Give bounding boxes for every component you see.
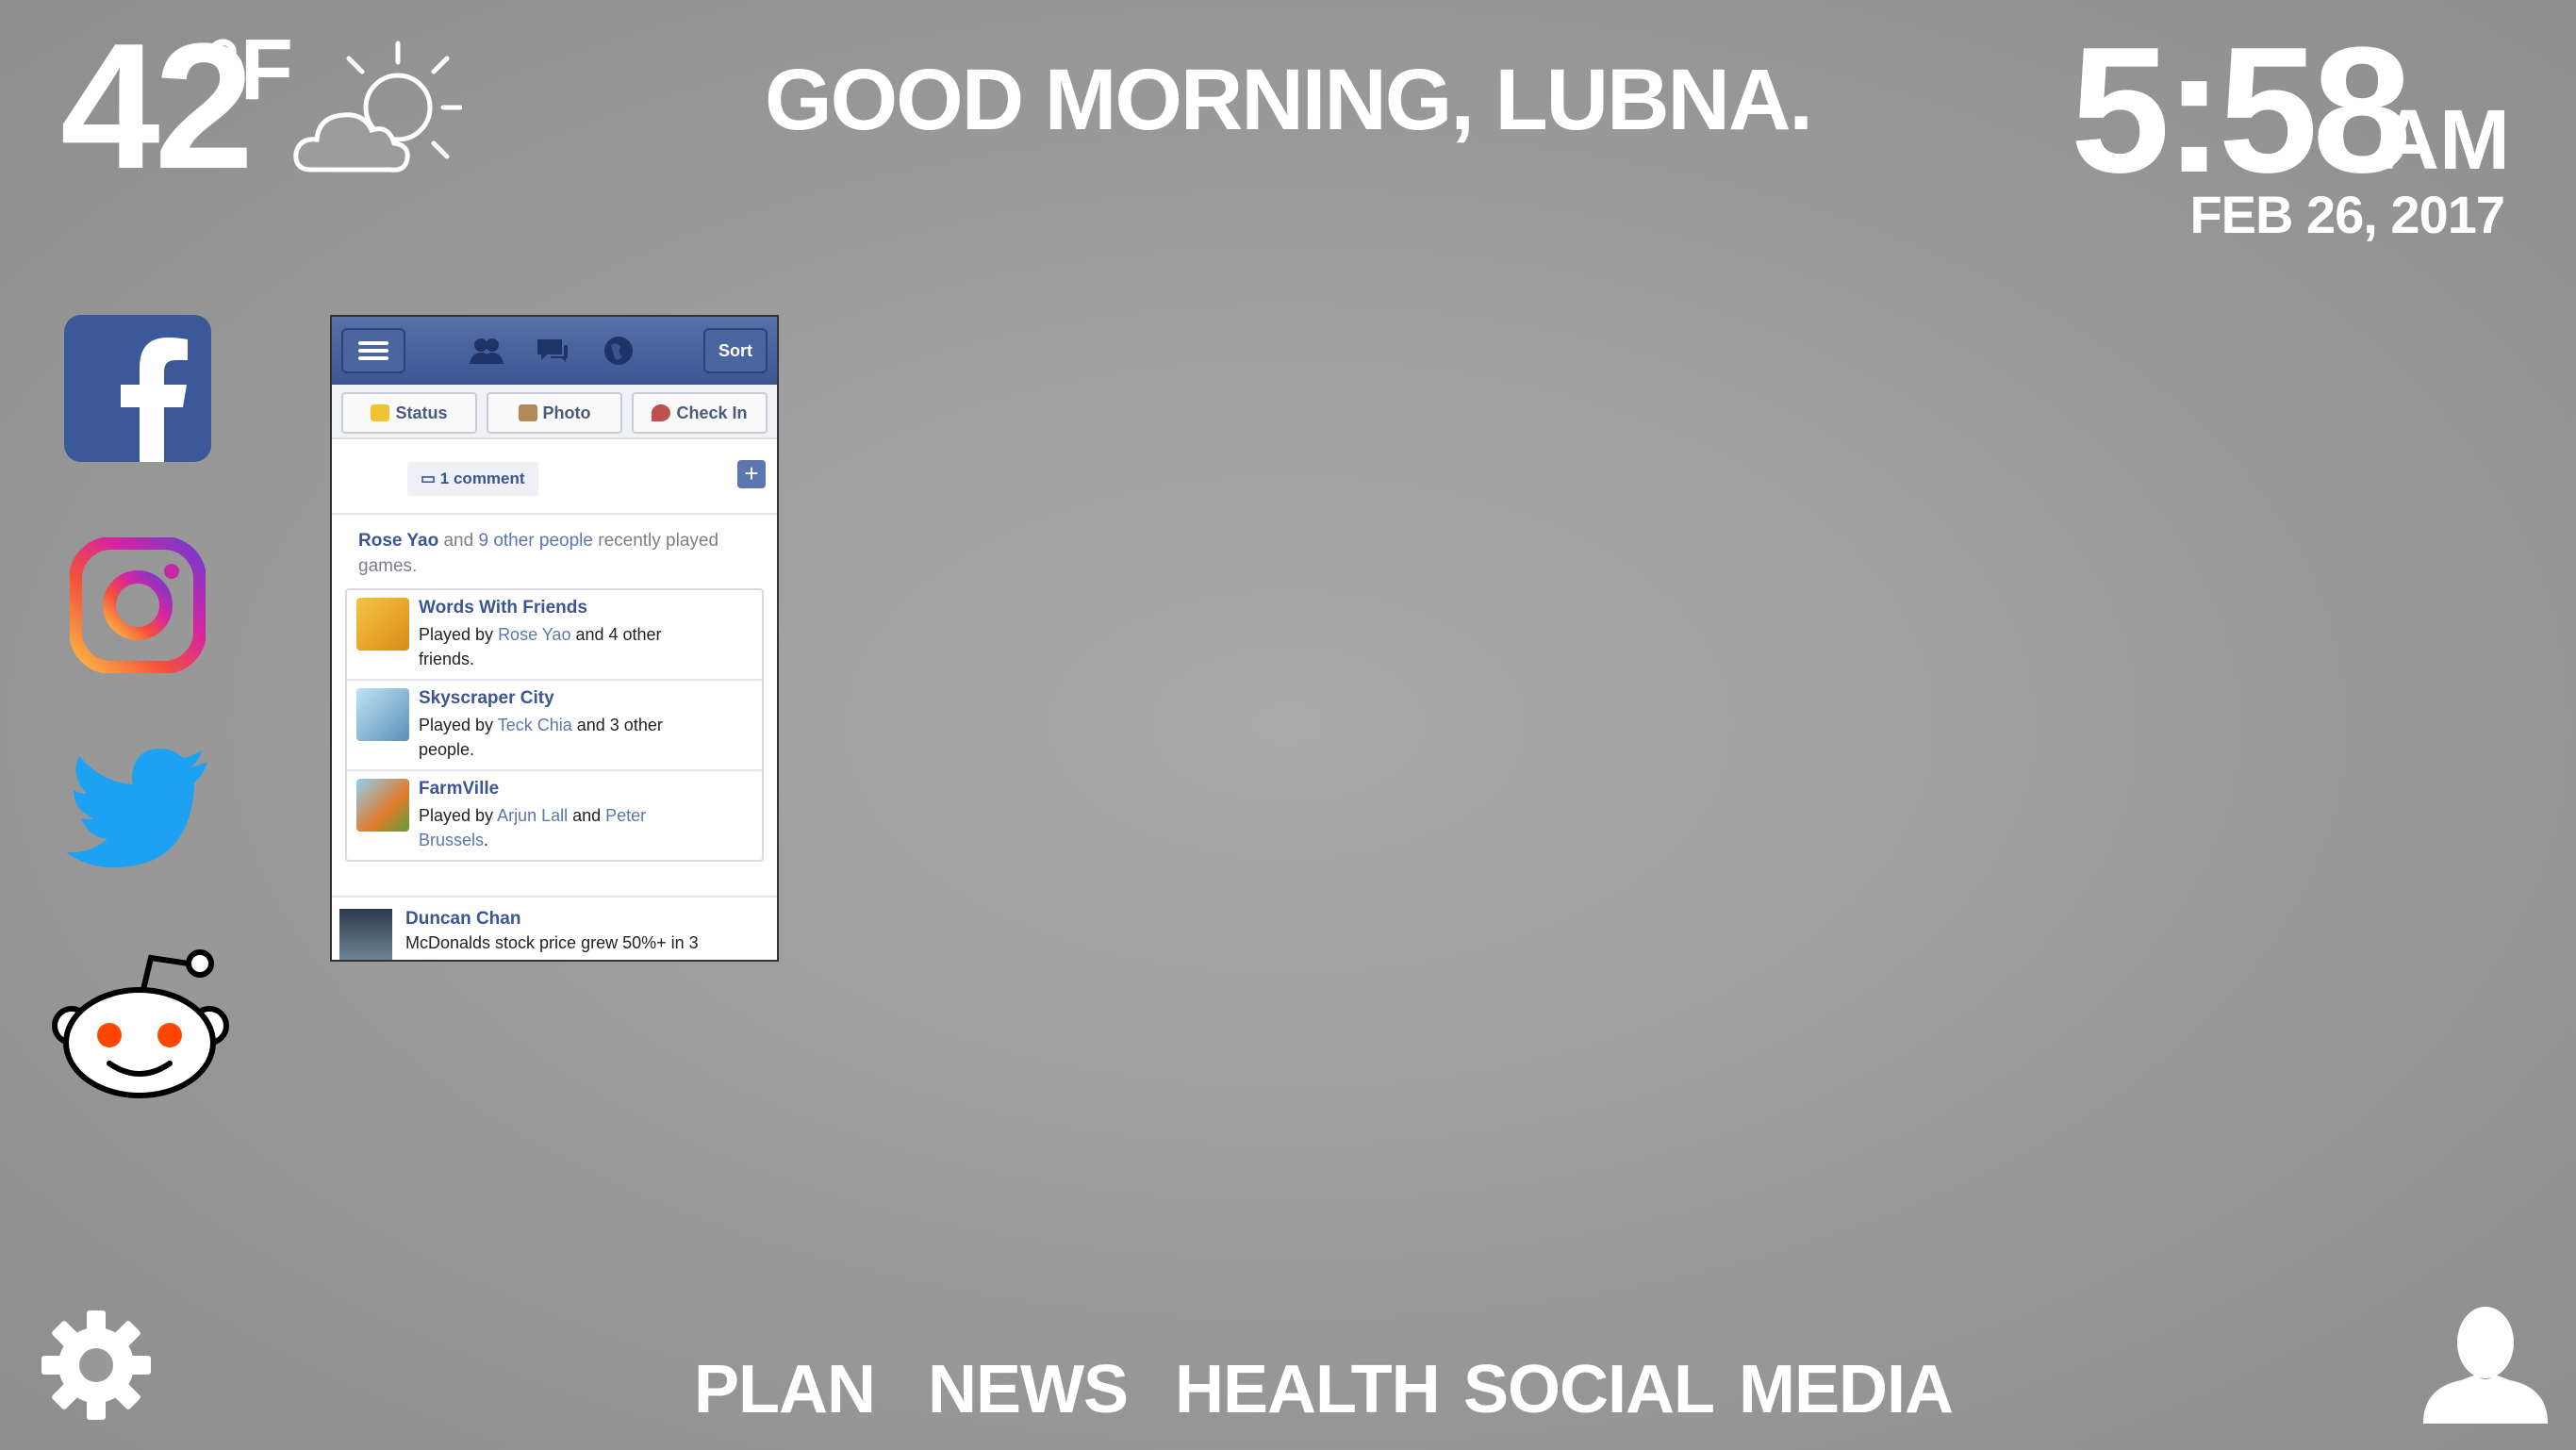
- facebook-top-bar: Sort: [332, 317, 777, 385]
- nav-media[interactable]: MEDIA: [1739, 1356, 1954, 1424]
- nav-news[interactable]: NEWS: [928, 1356, 1129, 1424]
- list-item[interactable]: Words With Friends Played by Rose Yao an…: [347, 590, 762, 681]
- globe-icon[interactable]: [600, 332, 637, 370]
- story-text-part: and: [438, 531, 479, 551]
- status-label: Status: [395, 403, 448, 422]
- status-button[interactable]: Status: [341, 392, 477, 434]
- comment-icon: ▭: [421, 470, 440, 487]
- photo-button[interactable]: Photo: [487, 392, 622, 434]
- game-desc-text: Played by: [419, 625, 499, 644]
- user-profile-icon[interactable]: [2423, 1305, 2548, 1424]
- friend-link[interactable]: Rose Yao: [498, 625, 570, 644]
- nav-health[interactable]: HEALTH: [1175, 1356, 1441, 1424]
- status-icon: [371, 404, 390, 421]
- clock-date: FEB 26, 2017: [2189, 185, 2505, 244]
- instagram-icon[interactable]: [70, 537, 206, 673]
- comment-count-label: 1 comment: [439, 470, 525, 487]
- game-desc-text: and: [568, 806, 606, 825]
- story-user-name[interactable]: Rose Yao: [358, 531, 438, 551]
- words-with-friends-thumbnail: [356, 598, 409, 651]
- avatar[interactable]: [339, 909, 392, 960]
- farmville-thumbnail: [356, 779, 409, 832]
- bottom-navigation: PLAN NEWS HEALTH SOCIAL MEDIA: [0, 1356, 2576, 1450]
- post-author[interactable]: Duncan Chan: [405, 909, 520, 930]
- add-comment-icon[interactable]: +: [737, 460, 766, 488]
- facebook-icon[interactable]: [64, 315, 211, 462]
- game-description: Played by Teck Chia and 3 other people.: [419, 713, 720, 762]
- game-title[interactable]: FarmVille: [419, 779, 499, 799]
- menu-icon[interactable]: [341, 328, 405, 373]
- messages-icon[interactable]: [534, 332, 571, 370]
- clock-time: 5:58: [2070, 10, 2412, 210]
- comment-row: ▭ 1 comment +: [332, 439, 777, 515]
- game-description: Played by Rose Yao and 4 other friends.: [419, 622, 720, 671]
- skyscraper-city-thumbnail: [356, 688, 409, 741]
- post-text: McDonalds stock price grew 50%+ in 3: [405, 933, 699, 952]
- sort-button[interactable]: Sort: [703, 328, 768, 373]
- facebook-action-bar: Status Photo Check In: [332, 385, 777, 439]
- game-desc-text: Played by: [419, 806, 498, 825]
- check-in-button[interactable]: Check In: [632, 392, 768, 434]
- check-in-label: Check In: [676, 403, 748, 422]
- game-title[interactable]: Skyscraper City: [419, 688, 554, 709]
- comment-count-button[interactable]: ▭ 1 comment: [407, 462, 538, 496]
- game-description: Played by Arjun Lall and Peter Brussels.: [419, 803, 720, 852]
- clock-ampm: AM: [2378, 93, 2510, 188]
- nav-social[interactable]: SOCIAL: [1463, 1356, 1715, 1424]
- list-item[interactable]: Skyscraper City Played by Teck Chia and …: [347, 681, 762, 771]
- photo-icon: [518, 404, 537, 421]
- story-others-link[interactable]: 9 other people: [478, 531, 593, 551]
- location-pin-icon: [652, 404, 671, 421]
- friend-link[interactable]: Teck Chia: [498, 716, 572, 734]
- friend-link[interactable]: Arjun Lall: [497, 806, 568, 825]
- game-desc-text: .: [484, 831, 489, 849]
- game-title[interactable]: Words With Friends: [419, 598, 587, 618]
- list-item[interactable]: FarmVille Played by Arjun Lall and Peter…: [347, 771, 762, 860]
- games-story-text: Rose Yao and 9 other people recently pla…: [332, 515, 777, 588]
- game-desc-text: Played by: [419, 716, 498, 734]
- feed-post[interactable]: Duncan Chan McDonalds stock price grew 5…: [332, 896, 777, 960]
- games-list: Words With Friends Played by Rose Yao an…: [345, 588, 764, 862]
- friends-icon[interactable]: [468, 332, 505, 370]
- reddit-icon[interactable]: [47, 943, 232, 1103]
- facebook-feed-preview[interactable]: Sort Status Photo Check In ▭ 1 comment +…: [330, 315, 779, 962]
- photo-label: Photo: [542, 403, 591, 422]
- twitter-icon[interactable]: [66, 745, 213, 877]
- nav-plan[interactable]: PLAN: [694, 1356, 876, 1424]
